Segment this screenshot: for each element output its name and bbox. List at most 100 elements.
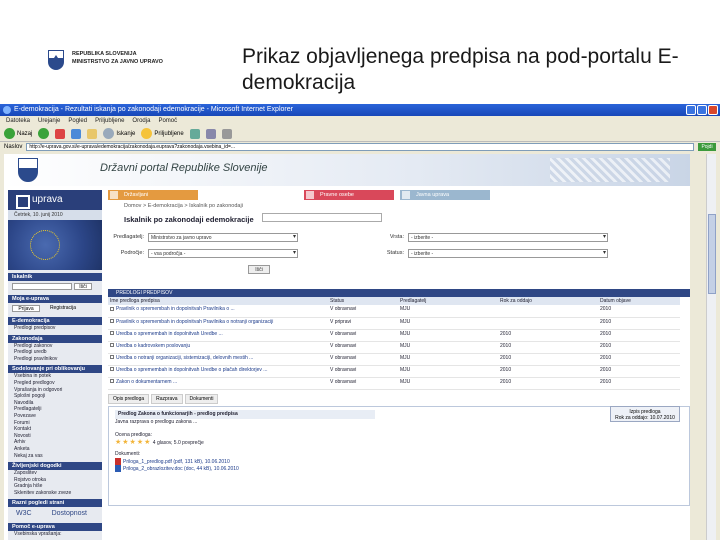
sidebar-item[interactable]: Nekaj za vas [8, 453, 102, 460]
history-icon[interactable] [189, 128, 200, 139]
accessibility-icon[interactable]: Dostopnost [52, 510, 87, 517]
menu-file[interactable]: Datoteka [6, 116, 30, 126]
login-button[interactable]: Prijava [12, 305, 40, 312]
table-row[interactable]: Uredba o notranji organizaciji, sistemiz… [108, 353, 680, 366]
back-button[interactable]: Nazaj [4, 128, 32, 139]
table-row[interactable]: Uredba o spremembah in dopolnitvah Uredb… [108, 329, 680, 342]
sidebar-item[interactable]: Zaposlitev [8, 470, 102, 477]
search-button[interactable]: Iskanje [103, 128, 135, 139]
row-checkbox[interactable] [110, 319, 114, 324]
row-title[interactable]: Pravilnik o spremembah in dopolnitvah Pr… [116, 319, 273, 325]
sidebar-search-button[interactable]: Išči [74, 283, 92, 290]
proposer-select[interactable]: Ministrstvo za javno upravo [148, 232, 298, 242]
print-icon[interactable] [221, 128, 232, 139]
register-link[interactable]: Registracija [42, 305, 84, 312]
row-title[interactable]: Uredba o kadrovskem poslovanju [116, 343, 190, 349]
sidebar-item[interactable]: Predlogi uredb [8, 349, 102, 356]
sidebar-item[interactable]: Vsebina in potek [8, 373, 102, 380]
type-label: Vrsta: [389, 234, 404, 240]
search-submit-button[interactable]: Išči [248, 264, 270, 274]
print-proposal-button[interactable]: Izpis predloga Rok za oddajo: 10.07.2010 [610, 405, 680, 422]
keyword-input[interactable] [262, 213, 383, 223]
col-date[interactable]: Datum objave [598, 297, 680, 305]
sidebar-search: Išči [8, 281, 102, 292]
minimize-button[interactable] [686, 105, 696, 115]
rating-stars-icon[interactable]: ★★★★★ [115, 439, 151, 446]
favorites-button[interactable]: Priljubljene [141, 128, 184, 139]
tab-description[interactable]: Opis predloga [108, 393, 150, 404]
row-checkbox[interactable] [110, 355, 114, 360]
row-title[interactable]: Uredba o spremembah in dopolnitvah Uredb… [116, 367, 267, 373]
attachment-1[interactable]: Priloga_1_predlog.pdf (pdf, 131 kB), 10.… [115, 457, 683, 466]
w3c-icon[interactable]: W3C [16, 510, 32, 517]
search-icon [103, 128, 115, 139]
row-checkbox[interactable] [110, 306, 114, 311]
go-button[interactable]: Pojdi [698, 143, 716, 151]
tab-legal-entities[interactable]: Pravne osebe [304, 190, 394, 200]
sidebar-item[interactable]: Predlogi predpisov [8, 325, 102, 332]
address-input[interactable]: http://e-uprava.gov.si/e-uprava/edemokra… [26, 143, 694, 151]
menu-tools[interactable]: Orodja [132, 116, 150, 126]
col-status[interactable]: Status [328, 297, 398, 305]
tab-citizens[interactable]: Državljani [108, 190, 198, 200]
sidebar-item[interactable]: Arhiv [8, 439, 102, 446]
maximize-button[interactable] [697, 105, 707, 115]
sidebar-search-input[interactable] [12, 283, 72, 290]
sidebar-item[interactable]: Predlagatelji [8, 406, 102, 413]
row-checkbox[interactable] [110, 343, 114, 348]
sidebar-item[interactable]: Anketa [8, 446, 102, 453]
status-select[interactable]: - izberite - [408, 248, 608, 258]
attachment-2[interactable]: Priloga_2_obrazlozitev.doc (doc, 44 kB),… [115, 465, 683, 473]
table-row[interactable]: Uredba o kadrovskem poslovanju V obravna… [108, 341, 680, 354]
attachments-label: Dokumenti: [115, 450, 141, 457]
uprava-logo[interactable]: uprava [8, 190, 102, 210]
sidebar-item[interactable]: Pregled predlogov [8, 380, 102, 387]
row-title[interactable]: Uredba o spremembah in dopolnitvah Uredb… [116, 331, 223, 337]
row-checkbox[interactable] [110, 379, 114, 384]
menu-view[interactable]: Pogled [68, 116, 87, 126]
row-checkbox[interactable] [110, 367, 114, 372]
sidebar-item[interactable]: Povezave [8, 413, 102, 420]
sidebar-item[interactable]: Navodila [8, 400, 102, 407]
sidebar-item[interactable]: Novosti [8, 433, 102, 440]
col-deadline[interactable]: Rok za oddajo [498, 297, 598, 305]
tab-discussion[interactable]: Razprava [151, 393, 183, 404]
menu-help[interactable]: Pomoč [158, 116, 177, 126]
sidebar-item[interactable]: Kontakt [8, 426, 102, 433]
refresh-icon[interactable] [71, 128, 82, 139]
area-select[interactable]: - vsa področja - [148, 248, 298, 258]
results-table: Ime predloga predpisa Status Predlagatel… [108, 297, 680, 390]
row-title[interactable]: Zakon o dokumentarnem ... [116, 379, 177, 385]
table-row[interactable]: Pravilnik o spremembah in dopolnitvah Pr… [108, 305, 680, 318]
table-row[interactable]: Pravilnik o spremembah in dopolnitvah Pr… [108, 317, 680, 330]
table-row[interactable]: Uredba o spremembah in dopolnitvah Uredb… [108, 365, 680, 378]
sidebar-item[interactable]: Splošni pogoji [8, 393, 102, 400]
scrollbar-thumb[interactable] [708, 214, 716, 294]
sidebar-item[interactable]: Predlogi pravilnikov [8, 356, 102, 363]
sidebar-head-help: Pomoč e-uprava [8, 523, 102, 532]
col-title[interactable]: Ime predloga predpisa [108, 297, 328, 305]
type-select[interactable]: - izberite - [408, 232, 608, 242]
vertical-scrollbar[interactable] [706, 154, 716, 540]
sidebar-item[interactable]: Sklenitev zakonske zveze [8, 490, 102, 497]
sidebar-item[interactable]: Gradnja hiše [8, 483, 102, 490]
sidebar-item[interactable]: Vprašanja in odgovori [8, 387, 102, 394]
mail-icon[interactable] [205, 128, 216, 139]
stop-icon[interactable] [55, 128, 66, 139]
forward-arrow-icon[interactable] [38, 128, 50, 139]
row-title[interactable]: Uredba o notranji organizaciji, sistemiz… [116, 355, 253, 361]
row-checkbox[interactable] [110, 331, 114, 336]
row-title[interactable]: Pravilnik o spremembah in dopolnitvah Pr… [116, 306, 235, 312]
menu-edit[interactable]: Urejanje [38, 116, 60, 126]
tab-public-admin[interactable]: Javna uprava [400, 190, 490, 200]
sidebar-item[interactable]: Rojstvo otroka [8, 477, 102, 484]
home-icon[interactable] [87, 128, 98, 139]
sidebar-item[interactable]: Forumi [8, 420, 102, 427]
sidebar-item[interactable]: Predlogi zakonov [8, 343, 102, 350]
col-proposer[interactable]: Predlagatelj [398, 297, 498, 305]
close-button[interactable] [708, 105, 718, 115]
row-date: 2010 [598, 305, 680, 318]
tab-documents[interactable]: Dokumenti [184, 393, 219, 404]
table-row[interactable]: Zakon o dokumentarnem ... V obravnavi MJ… [108, 377, 680, 390]
menu-favorites[interactable]: Priljubljene [95, 116, 124, 126]
